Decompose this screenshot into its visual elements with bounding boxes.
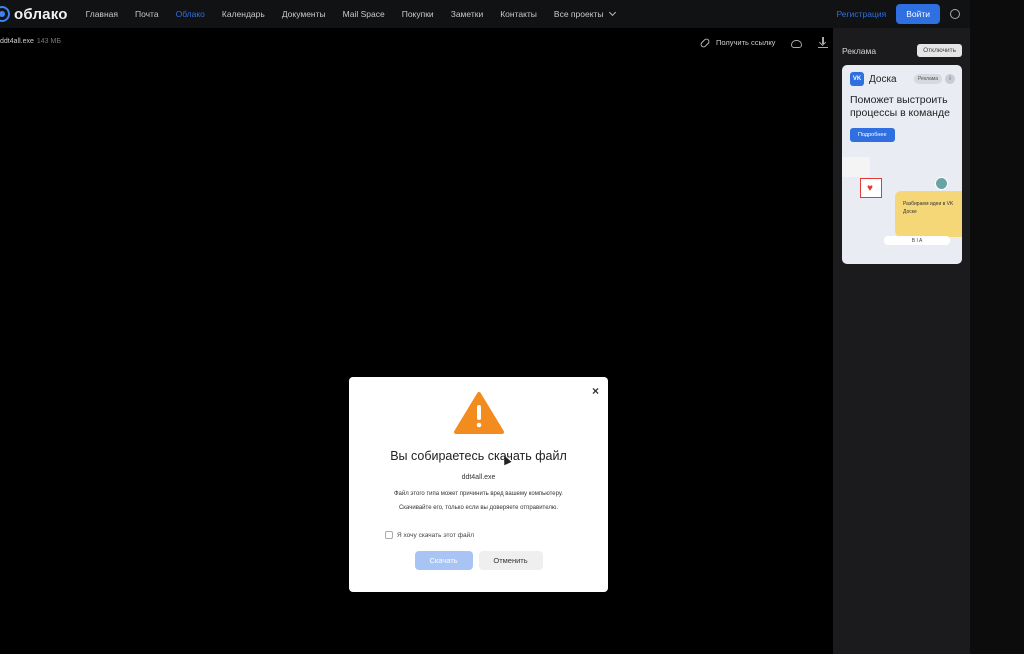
ad-card-top: VK Доска Реклама i [842, 65, 962, 86]
logo[interactable]: облако [0, 6, 68, 23]
close-icon[interactable]: × [592, 384, 599, 398]
file-actions: Получить ссылку [699, 36, 829, 49]
main-nav: Главная Почта Облако Календарь Документы… [86, 8, 616, 19]
ad-sticky-note: Разбираем идеи в VK Доске [895, 191, 962, 237]
dialog-warning-text: Файл этого типа может причинить вред ваш… [394, 491, 563, 497]
top-navbar: облако Главная Почта Облако Календарь До… [0, 0, 970, 28]
header-actions: Регистрация Войти [837, 4, 960, 24]
cloud-logo-icon [0, 6, 10, 22]
chevron-down-icon [608, 8, 616, 17]
ad-badge: Реклама [913, 74, 942, 84]
ad-brand: Доска [869, 73, 897, 85]
cancel-button[interactable]: Отменить [478, 551, 543, 570]
heart-icon: ♥ [867, 183, 873, 194]
nav-item-cloud[interactable]: Облако [176, 9, 205, 19]
disable-ads-button[interactable]: Отключить [917, 44, 962, 57]
gear-icon[interactable] [950, 9, 960, 19]
nav-item-notes[interactable]: Заметки [451, 9, 484, 19]
ad-title: Поможет выстроить процессы в команде [850, 94, 950, 120]
register-link[interactable]: Регистрация [837, 9, 887, 19]
dialog-title: Вы собираетесь скачать файл [390, 449, 567, 463]
save-to-cloud-icon[interactable] [791, 39, 803, 48]
ad-illustration: ♥ Разбираем идеи в VK Доске B I A [842, 157, 962, 264]
nav-item-contacts[interactable]: Контакты [500, 9, 537, 19]
dialog-buttons: Скачать Отменить [349, 551, 608, 570]
avatar [935, 177, 948, 190]
dialog-filename: ddt4all.exe [461, 474, 496, 481]
ad-sidebar: Реклама Отключить VK Доска Реклама i Пом… [833, 28, 970, 654]
nav-item-purchases[interactable]: Покупки [402, 9, 434, 19]
file-name: ddt4all.exe [0, 38, 34, 45]
nav-item-documents[interactable]: Документы [282, 9, 326, 19]
info-icon[interactable]: i [945, 74, 955, 84]
link-icon [699, 36, 711, 49]
download-icon[interactable] [818, 37, 829, 48]
file-size: 143 МБ [36, 38, 61, 45]
ad-illu-panel [842, 157, 870, 177]
right-edge [970, 0, 1024, 654]
dialog-trust-text: Скачивайте его, только если вы доверяете… [398, 505, 559, 511]
consent-label: Я хочу скачать этот файл [397, 531, 475, 539]
download-button[interactable]: Скачать [414, 551, 473, 570]
nav-item-mail[interactable]: Почта [135, 9, 159, 19]
ad-toolbar-text: B I A [911, 237, 923, 244]
ad-more-button[interactable]: Подробнее [850, 128, 895, 143]
consent-checkbox-row[interactable]: Я хочу скачать этот файл [385, 531, 608, 539]
nav-item-mail-space[interactable]: Mail Space [343, 9, 385, 19]
get-link-button[interactable]: Получить ссылку [716, 38, 775, 47]
warning-icon [453, 391, 505, 435]
logo-text: облако [14, 5, 68, 23]
ad-sticky-text: Разбираем идеи в VK Доске [903, 201, 954, 215]
nav-item-all-projects[interactable]: Все проекты [553, 8, 616, 19]
nav-item-calendar[interactable]: Календарь [222, 9, 265, 19]
ad-illu-toolbar: B I A [884, 236, 950, 245]
ad-header: Реклама Отключить [833, 28, 970, 57]
all-projects-label: Все проекты [553, 9, 604, 19]
download-warning-dialog: × Вы собираетесь скачать файл ddt4all.ex… [349, 377, 608, 592]
login-button[interactable]: Войти [896, 4, 940, 24]
vk-logo-icon: VK [850, 72, 864, 86]
consent-checkbox[interactable] [385, 531, 393, 539]
ad-label: Реклама [842, 45, 877, 56]
file-info: ddt4all.exe 143 МБ [0, 38, 61, 45]
ad-card[interactable]: VK Доска Реклама i Поможет выстроить про… [842, 65, 962, 264]
nav-item-home[interactable]: Главная [86, 9, 118, 19]
ad-illu-frame: ♥ [860, 178, 882, 198]
